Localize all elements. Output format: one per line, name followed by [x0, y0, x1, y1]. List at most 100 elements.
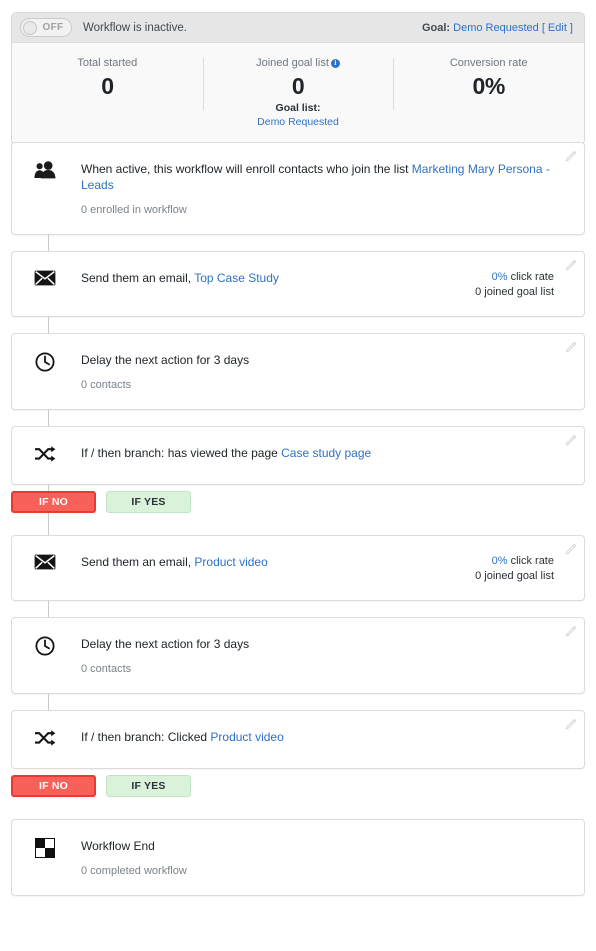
step-metric-row: 0% click rate — [475, 270, 554, 285]
pencil-icon[interactable] — [563, 434, 577, 448]
people-icon — [34, 161, 56, 184]
shuffle-icon — [34, 729, 56, 752]
workflow-page: OFF Workflow is inactive. Goal: Demo Req… — [0, 0, 596, 951]
workflow-step-card[interactable]: If / then branch: has viewed the page Ca… — [11, 426, 585, 485]
step-title-link[interactable]: Product video — [210, 730, 283, 744]
pencil-icon[interactable] — [563, 543, 577, 557]
clock-icon — [35, 636, 55, 661]
shuffle-icon — [34, 445, 56, 468]
workflow-step-card[interactable]: Delay the next action for 3 days 0 contac… — [11, 617, 585, 694]
step-gap — [0, 513, 596, 535]
step-title-text: Delay the next action for 3 days — [81, 353, 250, 367]
workflow-status-bar: OFF Workflow is inactive. Goal: Demo Req… — [12, 13, 584, 43]
workflow-step-card[interactable]: Send them an email, Product video 0% clic… — [11, 535, 585, 601]
step-title-text: When active, this workflow will enroll c… — [81, 162, 412, 176]
goal-list-link[interactable]: Demo Requested — [209, 115, 388, 129]
step-icon-slot — [30, 351, 60, 377]
workflow-on-off-toggle[interactable]: OFF — [20, 18, 72, 37]
step-metric-label: click rate — [507, 271, 554, 283]
branch-if-yes-button[interactable]: IF YES — [106, 775, 191, 797]
step-title-text: If / then branch: Clicked — [81, 730, 211, 744]
goal-edit-link[interactable]: [ Edit ] — [542, 22, 573, 34]
workflow-step-card[interactable]: Send them an email, Top Case Study 0% cli… — [11, 251, 585, 317]
step-gap — [0, 410, 596, 426]
step-title: When active, this workflow will enroll c… — [81, 161, 570, 193]
goal-name-link[interactable]: Demo Requested — [453, 22, 539, 34]
step-gap — [0, 317, 596, 333]
step-body: Delay the next action for 3 days 0 contac… — [60, 635, 570, 677]
pencil-icon[interactable] — [563, 718, 577, 732]
step-body: Workflow End 0 completed workflow — [60, 837, 570, 879]
step-metric-label: 0 joined goal list — [475, 286, 554, 298]
toggle-state-label: OFF — [42, 22, 64, 33]
envelope-icon — [34, 554, 56, 575]
goal-summary: Goal: Demo Requested [ Edit ] — [422, 22, 573, 34]
step-metric-row: 0 joined goal list — [475, 569, 554, 584]
step-metric-value: 0% — [491, 271, 508, 283]
step-title-text: If / then branch: has viewed the page — [81, 446, 282, 460]
step-icon-slot — [30, 444, 60, 468]
step-title: Send them an email, Top Case Study — [81, 270, 475, 286]
step-title-text: Send them an email, — [81, 271, 195, 285]
step-subtext: 0 enrolled in workflow — [81, 204, 187, 216]
step-subtext: 0 completed workflow — [81, 865, 187, 877]
workflow-summary-panel: OFF Workflow is inactive. Goal: Demo Req… — [11, 12, 585, 145]
stat-conversion-rate: Conversion rate 0% — [393, 56, 584, 129]
workflow-step-card[interactable]: If / then branch: Clicked Product video — [11, 710, 585, 769]
step-gap — [0, 694, 596, 710]
workflow-step-list: When active, this workflow will enroll c… — [0, 142, 596, 896]
step-gap — [0, 235, 596, 251]
step-body: When active, this workflow will enroll c… — [60, 160, 570, 218]
step-title-text: Workflow End — [81, 839, 155, 853]
goal-list-label: Goal list: — [275, 102, 321, 114]
step-metrics: 0% click rate 0 joined goal list — [475, 269, 570, 300]
step-icon-slot — [30, 837, 60, 863]
stat-value: 0 — [291, 73, 305, 99]
pencil-icon[interactable] — [563, 341, 577, 355]
step-title: If / then branch: Clicked Product video — [81, 729, 570, 745]
workflow-step-card[interactable]: Delay the next action for 3 days 0 contac… — [11, 333, 585, 410]
stat-label: Conversion rate — [449, 57, 528, 69]
step-icon-slot — [30, 160, 60, 184]
step-title-link[interactable]: Product video — [194, 555, 267, 569]
pencil-icon[interactable] — [563, 625, 577, 639]
step-title: Delay the next action for 3 days — [81, 636, 570, 652]
branch-if-no-button[interactable]: IF NO — [11, 491, 96, 513]
step-title-link[interactable]: Top Case Study — [194, 271, 279, 285]
step-title: Send them an email, Product video — [81, 554, 475, 570]
step-title-link[interactable]: Case study page — [281, 446, 371, 460]
clock-icon — [35, 352, 55, 377]
step-gap — [0, 601, 596, 617]
step-subtext: 0 contacts — [81, 663, 132, 675]
pencil-icon[interactable] — [563, 150, 577, 164]
step-metric-label: click rate — [507, 555, 554, 567]
step-metric-value: 0% — [491, 555, 508, 567]
step-icon-slot — [30, 728, 60, 752]
step-body: If / then branch: Clicked Product video — [60, 728, 570, 745]
step-icon-slot — [30, 553, 60, 575]
checkered-flag-icon — [35, 838, 55, 863]
workflow-status-text: Workflow is inactive. — [83, 21, 187, 34]
stat-joined-goal-list: Joined goal list i 0 Goal list: Demo Requ… — [202, 56, 394, 129]
workflow-step-card[interactable]: When active, this workflow will enroll c… — [11, 142, 585, 235]
step-metric-label: 0 joined goal list — [475, 570, 554, 582]
step-gap — [0, 797, 596, 819]
branch-if-no-button[interactable]: IF NO — [11, 775, 96, 797]
step-title: Workflow End — [81, 838, 570, 854]
info-icon[interactable]: i — [330, 59, 340, 68]
step-metric-row: 0% click rate — [475, 554, 554, 569]
branch-if-yes-button[interactable]: IF YES — [106, 491, 191, 513]
stat-label: Total started — [77, 57, 138, 69]
step-icon-slot — [30, 635, 60, 661]
workflow-step-card[interactable]: Workflow End 0 completed workflow — [11, 819, 585, 896]
step-metrics: 0% click rate 0 joined goal list — [475, 553, 570, 584]
pencil-icon[interactable] — [563, 259, 577, 273]
workflow-stats-row: Total started 0 Joined goal list i 0 Goal… — [12, 43, 584, 144]
stat-label: Joined goal list i — [209, 56, 388, 71]
step-body: Delay the next action for 3 days 0 contac… — [60, 351, 570, 393]
stat-value: 0% — [472, 73, 506, 99]
step-body: Send them an email, Top Case Study — [60, 269, 475, 286]
step-title-text: Delay the next action for 3 days — [81, 637, 250, 651]
step-body: If / then branch: has viewed the page Ca… — [60, 444, 570, 461]
envelope-icon — [34, 270, 56, 291]
